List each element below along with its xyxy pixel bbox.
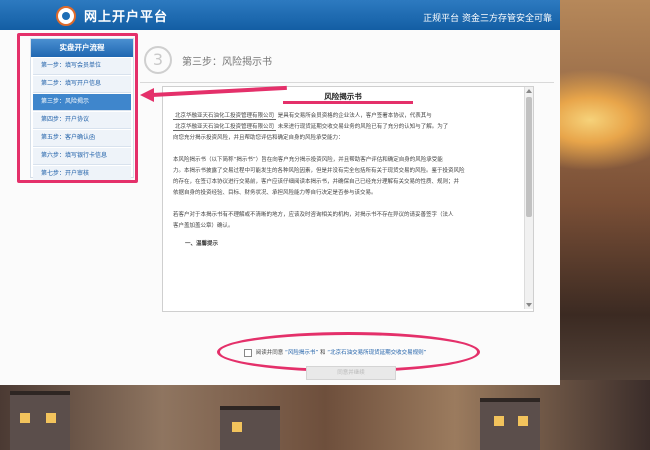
document-line: 北京华融亚天石油化工投资管理有限公司 未来进行现货延期交收交易业务的风险已有了充… — [173, 122, 448, 131]
document-text: 若客户对于本揭示书有不理解或不清晰的地方，应该及时咨询相关的机构，对揭示书不存在… — [173, 212, 454, 218]
heading-divider — [140, 82, 554, 83]
company-name-field: 北京华融亚天石油化工投资管理有限公司 — [173, 113, 277, 120]
agreement-row: 阅读并同意 “风险揭示书” 和 “北京石油交易所现货延期交收交易规则” — [244, 348, 426, 357]
annotation-title-underline — [283, 101, 413, 104]
document-text: 向您充分揭示投资风险，并且帮助您评估和确定自身的风险承受能力： — [173, 135, 344, 141]
agree-checkbox[interactable] — [244, 348, 252, 357]
step-heading: 第三步：风险揭示书 — [182, 57, 272, 68]
platform-logo-icon — [56, 6, 76, 26]
agree-prefix: 阅读并同意 — [255, 350, 284, 356]
document-text: 客户盖加盖公章）确认。 — [173, 223, 234, 229]
scroll-thumb[interactable] — [526, 97, 532, 217]
document-line: 北京华融亚天石油化工投资管理有限公司 是具有交易所会员资格的企业法人，客户签署本… — [173, 111, 432, 120]
annotation-sidebar-outline — [17, 33, 138, 183]
risk-disclosure-document[interactable]: 风险揭示书 北京华融亚天石油化工投资管理有限公司 是具有交易所会员资格的企业法人… — [162, 86, 534, 312]
document-scroll-area[interactable]: 风险揭示书 北京华融亚天石油化工投资管理有限公司 是具有交易所会员资格的企业法人… — [163, 87, 523, 307]
top-header-bar: 网上开户平台 正规平台 资金三方存管安全可靠 — [0, 0, 560, 30]
document-text: 力。本揭示书披露了交易过程中可能发生的各种风险因素，但是并没有完全包括所有关于现… — [173, 168, 465, 174]
scroll-down-icon[interactable] — [526, 303, 532, 307]
header-slogan: 正规平台 资金三方存管安全可靠 — [423, 14, 552, 24]
background-village — [0, 380, 650, 450]
document-text: 本风险揭示书（以下简称“揭示书”）旨在向客户充分揭示投资风险，并且帮助客户评估和… — [173, 157, 443, 163]
next-step-button[interactable]: 同意并继续 — [306, 366, 396, 380]
document-scrollbar[interactable] — [524, 87, 533, 309]
document-text: 未来进行现货延期交收交易业务的风险已有了充分的认知与了解。为了 — [277, 124, 449, 130]
step-number-circle: 3 — [144, 46, 172, 74]
document-text: 的存在，在签订本协议进行交易前，客户应该仔细阅读本揭示书，并确保自己已经充分理解… — [173, 179, 460, 185]
risk-disclosure-link[interactable]: “风险揭示书” — [285, 350, 318, 356]
house-shape — [220, 406, 280, 450]
trading-rules-link[interactable]: “北京石油交易所现货延期交收交易规则” — [327, 350, 426, 356]
document-text: 是具有交易所会员资格的企业法人，客户签署本协议，代表其与 — [277, 113, 432, 119]
company-name-field: 北京华融亚天石油化工投资管理有限公司 — [173, 124, 277, 131]
document-section-heading: 一、温馨提示 — [185, 241, 219, 247]
scroll-up-icon[interactable] — [526, 89, 532, 93]
house-shape — [10, 391, 70, 450]
platform-title: 网上开户平台 — [84, 10, 169, 25]
document-text: 依据自身的投资经验、目标、财务状况、承担风险能力等自行决定是否参与该交易。 — [173, 190, 377, 196]
agree-middle: 和 — [319, 350, 326, 356]
house-shape — [480, 398, 540, 450]
